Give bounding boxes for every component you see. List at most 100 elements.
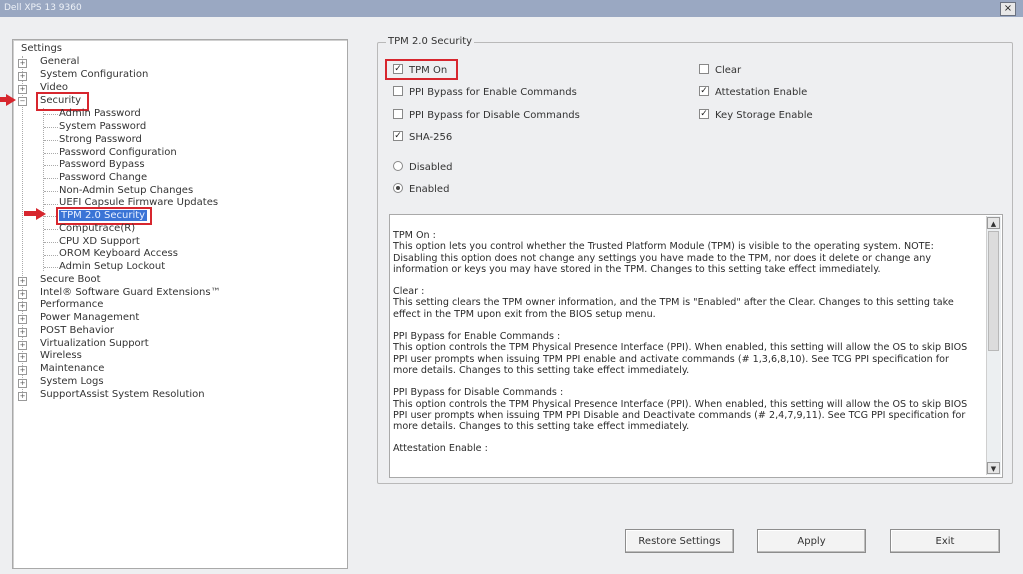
tree-connector [44, 255, 58, 256]
expand-icon[interactable]: + [18, 302, 27, 311]
enabled-radio-label: Enabled [409, 184, 450, 195]
expand-icon[interactable]: + [18, 72, 27, 81]
tree-item-intel-sgx[interactable]: Intel® Software Guard Extensions™ [40, 287, 221, 299]
expand-icon[interactable]: + [18, 392, 27, 401]
expand-icon[interactable]: + [18, 315, 27, 324]
close-button[interactable]: × [1000, 2, 1016, 16]
tree-item-secure-boot[interactable]: Secure Boot [40, 274, 101, 286]
clear-checkbox[interactable] [699, 64, 709, 74]
ppi-disable-checkbox[interactable] [393, 109, 403, 119]
tree-item-wireless[interactable]: Wireless [40, 350, 82, 362]
help-ppi-disable-body: This option controls the TPM Physical Pr… [393, 398, 968, 433]
tree-item-password-configuration[interactable]: Password Configuration [59, 147, 177, 159]
ppi-disable-label: PPI Bypass for Disable Commands [409, 110, 580, 121]
tree-item-system-password[interactable]: System Password [59, 121, 146, 133]
collapse-icon[interactable]: − [18, 97, 27, 106]
clear-label: Clear [715, 65, 742, 76]
tree-root-settings[interactable]: Settings [21, 43, 62, 55]
tree-connector [44, 242, 58, 243]
tree-connector [44, 114, 58, 115]
sha256-option[interactable]: ✓ SHA-256 [393, 131, 453, 144]
attestation-option[interactable]: ✓ Attestation Enable [699, 86, 808, 99]
expand-icon[interactable]: + [18, 341, 27, 350]
window-title: Dell XPS 13 9360 [4, 3, 82, 13]
arrow-tail [24, 211, 36, 216]
tree-connector [44, 140, 58, 141]
enabled-radio-option[interactable]: Enabled [393, 183, 450, 196]
tree-connector [44, 191, 58, 192]
attestation-label: Attestation Enable [715, 87, 808, 98]
enabled-radio[interactable] [393, 183, 403, 193]
tree-item-maintenance[interactable]: Maintenance [40, 363, 104, 375]
tree-item-orom-keyboard-access[interactable]: OROM Keyboard Access [59, 248, 178, 260]
tree-item-strong-password[interactable]: Strong Password [59, 134, 142, 146]
tree-connector [44, 127, 58, 128]
disabled-radio-option[interactable]: Disabled [393, 161, 453, 174]
scroll-down-icon[interactable]: ▼ [987, 462, 1000, 474]
ppi-enable-label: PPI Bypass for Enable Commands [409, 87, 577, 98]
help-ppi-disable-heading: PPI Bypass for Disable Commands : [393, 387, 564, 399]
clear-option[interactable]: Clear [699, 64, 742, 77]
tree-item-post-behavior[interactable]: POST Behavior [40, 325, 114, 337]
expand-icon[interactable]: + [18, 85, 27, 94]
tree-item-admin-password[interactable]: Admin Password [59, 108, 141, 120]
help-text-content: TPM On : This option lets you control whe… [393, 230, 973, 466]
expand-icon[interactable]: + [18, 366, 27, 375]
tree-item-admin-setup-lockout[interactable]: Admin Setup Lockout [59, 261, 165, 273]
help-ppi-enable-heading: PPI Bypass for Enable Commands : [393, 331, 561, 343]
restore-settings-button[interactable]: Restore Settings [625, 529, 734, 553]
tree-connector [44, 267, 58, 268]
help-text-panel[interactable]: TPM On : This option lets you control whe… [389, 214, 1003, 478]
exit-button[interactable]: Exit [890, 529, 1000, 553]
key-storage-option[interactable]: ✓ Key Storage Enable [699, 109, 813, 122]
help-clear-body: This setting clears the TPM owner inform… [393, 297, 954, 320]
disabled-radio[interactable] [393, 161, 403, 171]
tree-item-system-configuration[interactable]: System Configuration [40, 69, 148, 81]
help-tpm-on-body: This option lets you control whether the… [393, 241, 934, 275]
help-scrollbar[interactable]: ▲ ▼ [986, 216, 1001, 475]
help-clear-heading: Clear : [393, 286, 425, 298]
tree-item-cpu-xd-support[interactable]: CPU XD Support [59, 236, 140, 248]
scroll-thumb[interactable] [988, 231, 999, 351]
tree-item-password-change[interactable]: Password Change [59, 172, 147, 184]
group-title: TPM 2.0 Security [386, 36, 475, 47]
sha256-checkbox[interactable]: ✓ [393, 131, 403, 141]
tree-connector [44, 204, 58, 205]
help-tpm-on-heading: TPM On : [393, 230, 436, 241]
arrow-security-icon [6, 94, 16, 106]
expand-icon[interactable]: + [18, 59, 27, 68]
expand-icon[interactable]: + [18, 379, 27, 388]
tree-connector [44, 178, 58, 179]
tree-item-general[interactable]: General [40, 56, 79, 68]
tree-item-system-logs[interactable]: System Logs [40, 376, 104, 388]
ppi-enable-option[interactable]: PPI Bypass for Enable Commands [393, 86, 577, 99]
ppi-disable-option[interactable]: PPI Bypass for Disable Commands [393, 109, 580, 122]
expand-icon[interactable]: + [18, 328, 27, 337]
disabled-radio-label: Disabled [409, 162, 453, 173]
attestation-checkbox[interactable]: ✓ [699, 86, 709, 96]
ppi-enable-checkbox[interactable] [393, 86, 403, 96]
key-storage-label: Key Storage Enable [715, 110, 813, 121]
expand-icon[interactable]: + [18, 290, 27, 299]
tpm-on-highlight-box [385, 59, 458, 80]
scroll-up-icon[interactable]: ▲ [987, 217, 1000, 229]
expand-icon[interactable]: + [18, 353, 27, 362]
tree-item-password-bypass[interactable]: Password Bypass [59, 159, 145, 171]
key-storage-checkbox[interactable]: ✓ [699, 109, 709, 119]
tree-item-power-management[interactable]: Power Management [40, 312, 139, 324]
tree-item-non-admin-setup-changes[interactable]: Non-Admin Setup Changes [59, 185, 193, 197]
arrow-tpm-icon [36, 208, 46, 220]
tree-item-supportassist[interactable]: SupportAssist System Resolution [40, 389, 205, 401]
tree-item-computrace[interactable]: Computrace(R) [59, 223, 135, 235]
apply-button[interactable]: Apply [757, 529, 866, 553]
help-ppi-enable-body: This option controls the TPM Physical Pr… [393, 342, 968, 376]
title-bar: Dell XPS 13 9360 × [0, 0, 1023, 17]
tree-connector [44, 165, 58, 166]
tree-connector [44, 153, 58, 154]
settings-tree-panel: Settings + General + System Configuratio… [12, 39, 348, 569]
help-attestation-heading: Attestation Enable : [393, 443, 488, 455]
tree-item-virtualization-support[interactable]: Virtualization Support [40, 338, 149, 350]
sha256-label: SHA-256 [409, 132, 453, 143]
tree-item-performance[interactable]: Performance [40, 299, 103, 311]
expand-icon[interactable]: + [18, 277, 27, 286]
